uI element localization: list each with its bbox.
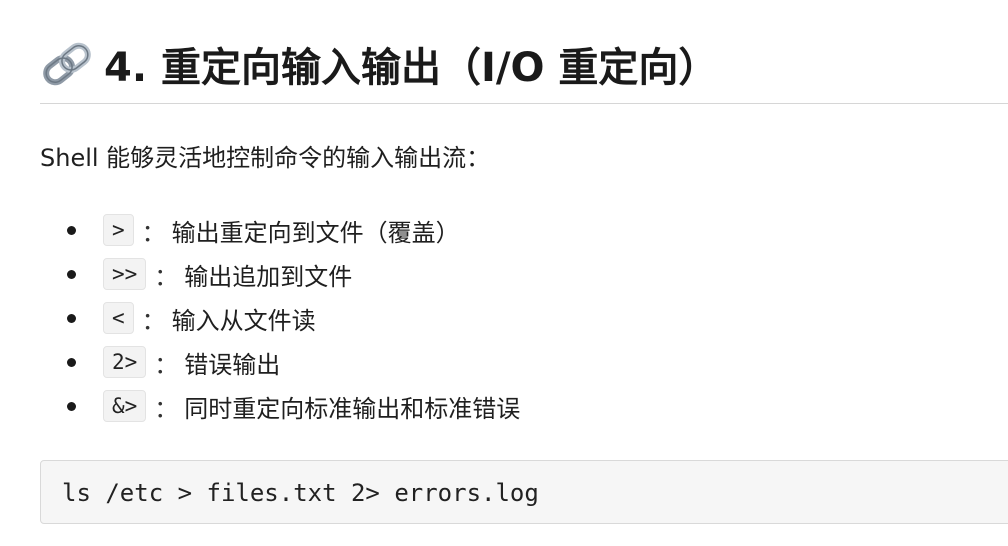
list-item: >：输出重定向到文件（覆盖）	[0, 208, 520, 252]
operator-list: >：输出重定向到文件（覆盖） >>：输出追加到文件 <：输入从文件读 2>：错误…	[0, 208, 520, 428]
section-heading: 4. 重定向输入输出（I/O 重定向）	[40, 36, 718, 92]
separator: ：	[141, 306, 166, 335]
operator-description: 输出追加到文件	[184, 262, 353, 291]
bullet	[67, 226, 76, 235]
link-icon	[40, 42, 94, 86]
list-item: >>：输出追加到文件	[0, 252, 520, 296]
list-item: &>：同时重定向标准输出和标准错误	[0, 384, 520, 428]
section-title: 4. 重定向输入输出（I/O 重定向）	[104, 45, 719, 91]
operator-description: 输出重定向到文件（覆盖）	[171, 218, 460, 247]
separator: ：	[154, 262, 179, 291]
operator-code: <	[103, 302, 134, 334]
bullet	[67, 270, 76, 279]
bullet	[67, 358, 76, 367]
operator-description: 输入从文件读	[171, 306, 316, 335]
heading-divider	[40, 103, 1008, 104]
operator-code: &>	[103, 390, 147, 422]
separator: ：	[154, 350, 179, 379]
separator: ：	[154, 394, 179, 423]
bullet	[67, 402, 76, 411]
list-item: <：输入从文件读	[0, 296, 520, 340]
separator: ：	[141, 218, 166, 247]
code-block[interactable]: ls /etc > files.txt 2> errors.log	[40, 460, 1008, 524]
bullet	[67, 314, 76, 323]
operator-description: 同时重定向标准输出和标准错误	[184, 394, 521, 423]
list-item: 2>：错误输出	[0, 340, 520, 384]
operator-code: 2>	[103, 346, 147, 378]
operator-description: 错误输出	[184, 350, 281, 379]
intro-text: Shell 能够灵活地控制命令的输入输出流：	[40, 144, 491, 172]
operator-code: >>	[103, 258, 147, 290]
operator-code: >	[103, 214, 134, 246]
example-command[interactable]: ls /etc > files.txt 2> errors.log	[62, 478, 539, 508]
